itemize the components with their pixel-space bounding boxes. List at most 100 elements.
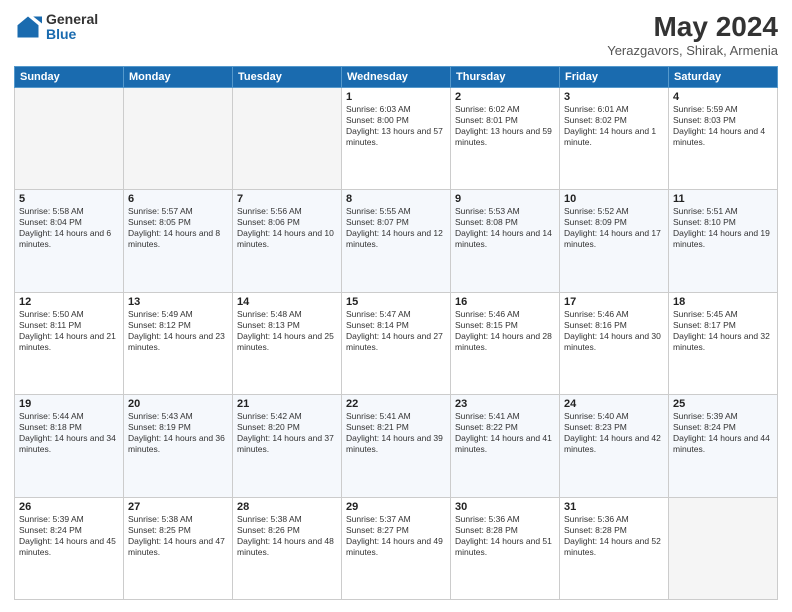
day-cell: 14Sunrise: 5:48 AMSunset: 8:13 PMDayligh…	[233, 292, 342, 394]
day-info: Sunrise: 5:47 AMSunset: 8:14 PMDaylight:…	[346, 309, 446, 353]
day-cell: 7Sunrise: 5:56 AMSunset: 8:06 PMDaylight…	[233, 190, 342, 292]
day-cell: 20Sunrise: 5:43 AMSunset: 8:19 PMDayligh…	[124, 395, 233, 497]
day-cell: 22Sunrise: 5:41 AMSunset: 8:21 PMDayligh…	[342, 395, 451, 497]
day-cell: 13Sunrise: 5:49 AMSunset: 8:12 PMDayligh…	[124, 292, 233, 394]
day-number: 18	[673, 296, 773, 308]
day-info: Sunrise: 6:03 AMSunset: 8:00 PMDaylight:…	[346, 104, 446, 148]
day-info: Sunrise: 5:44 AMSunset: 8:18 PMDaylight:…	[19, 411, 119, 455]
day-number: 8	[346, 193, 446, 205]
logo-general-text: General	[46, 12, 98, 27]
day-info: Sunrise: 5:56 AMSunset: 8:06 PMDaylight:…	[237, 206, 337, 250]
day-cell	[124, 87, 233, 189]
th-thursday: Thursday	[451, 66, 560, 87]
header-row: Sunday Monday Tuesday Wednesday Thursday…	[15, 66, 778, 87]
day-number: 20	[128, 398, 228, 410]
day-number: 22	[346, 398, 446, 410]
day-info: Sunrise: 5:42 AMSunset: 8:20 PMDaylight:…	[237, 411, 337, 455]
day-cell: 27Sunrise: 5:38 AMSunset: 8:25 PMDayligh…	[124, 497, 233, 599]
day-cell: 3Sunrise: 6:01 AMSunset: 8:02 PMDaylight…	[560, 87, 669, 189]
week-row-5: 26Sunrise: 5:39 AMSunset: 8:24 PMDayligh…	[15, 497, 778, 599]
title-block: May 2024 Yerazgavors, Shirak, Armenia	[607, 12, 778, 58]
day-number: 6	[128, 193, 228, 205]
day-number: 27	[128, 501, 228, 513]
subtitle: Yerazgavors, Shirak, Armenia	[607, 43, 778, 58]
day-info: Sunrise: 5:40 AMSunset: 8:23 PMDaylight:…	[564, 411, 664, 455]
day-number: 11	[673, 193, 773, 205]
day-number: 21	[237, 398, 337, 410]
day-cell	[233, 87, 342, 189]
day-cell: 9Sunrise: 5:53 AMSunset: 8:08 PMDaylight…	[451, 190, 560, 292]
th-friday: Friday	[560, 66, 669, 87]
day-info: Sunrise: 5:55 AMSunset: 8:07 PMDaylight:…	[346, 206, 446, 250]
day-info: Sunrise: 5:58 AMSunset: 8:04 PMDaylight:…	[19, 206, 119, 250]
week-row-2: 5Sunrise: 5:58 AMSunset: 8:04 PMDaylight…	[15, 190, 778, 292]
day-number: 1	[346, 91, 446, 103]
day-cell: 8Sunrise: 5:55 AMSunset: 8:07 PMDaylight…	[342, 190, 451, 292]
day-number: 31	[564, 501, 664, 513]
day-cell	[669, 497, 778, 599]
day-info: Sunrise: 5:51 AMSunset: 8:10 PMDaylight:…	[673, 206, 773, 250]
day-info: Sunrise: 5:49 AMSunset: 8:12 PMDaylight:…	[128, 309, 228, 353]
day-number: 9	[455, 193, 555, 205]
main-title: May 2024	[607, 12, 778, 43]
day-cell: 5Sunrise: 5:58 AMSunset: 8:04 PMDaylight…	[15, 190, 124, 292]
day-number: 29	[346, 501, 446, 513]
week-row-4: 19Sunrise: 5:44 AMSunset: 8:18 PMDayligh…	[15, 395, 778, 497]
day-info: Sunrise: 5:37 AMSunset: 8:27 PMDaylight:…	[346, 514, 446, 558]
day-cell: 17Sunrise: 5:46 AMSunset: 8:16 PMDayligh…	[560, 292, 669, 394]
day-cell: 2Sunrise: 6:02 AMSunset: 8:01 PMDaylight…	[451, 87, 560, 189]
th-tuesday: Tuesday	[233, 66, 342, 87]
day-cell: 11Sunrise: 5:51 AMSunset: 8:10 PMDayligh…	[669, 190, 778, 292]
page: General Blue May 2024 Yerazgavors, Shira…	[0, 0, 792, 612]
day-number: 25	[673, 398, 773, 410]
day-info: Sunrise: 5:50 AMSunset: 8:11 PMDaylight:…	[19, 309, 119, 353]
logo-text: General Blue	[46, 12, 98, 43]
day-info: Sunrise: 5:46 AMSunset: 8:15 PMDaylight:…	[455, 309, 555, 353]
day-info: Sunrise: 5:48 AMSunset: 8:13 PMDaylight:…	[237, 309, 337, 353]
day-cell: 25Sunrise: 5:39 AMSunset: 8:24 PMDayligh…	[669, 395, 778, 497]
day-info: Sunrise: 5:53 AMSunset: 8:08 PMDaylight:…	[455, 206, 555, 250]
day-info: Sunrise: 5:43 AMSunset: 8:19 PMDaylight:…	[128, 411, 228, 455]
week-row-1: 1Sunrise: 6:03 AMSunset: 8:00 PMDaylight…	[15, 87, 778, 189]
day-number: 30	[455, 501, 555, 513]
logo: General Blue	[14, 12, 98, 43]
day-number: 7	[237, 193, 337, 205]
day-number: 16	[455, 296, 555, 308]
day-info: Sunrise: 5:36 AMSunset: 8:28 PMDaylight:…	[455, 514, 555, 558]
day-info: Sunrise: 5:38 AMSunset: 8:26 PMDaylight:…	[237, 514, 337, 558]
day-cell: 6Sunrise: 5:57 AMSunset: 8:05 PMDaylight…	[124, 190, 233, 292]
day-number: 17	[564, 296, 664, 308]
logo-icon	[14, 13, 42, 41]
th-monday: Monday	[124, 66, 233, 87]
week-row-3: 12Sunrise: 5:50 AMSunset: 8:11 PMDayligh…	[15, 292, 778, 394]
day-cell: 30Sunrise: 5:36 AMSunset: 8:28 PMDayligh…	[451, 497, 560, 599]
day-number: 3	[564, 91, 664, 103]
day-cell: 21Sunrise: 5:42 AMSunset: 8:20 PMDayligh…	[233, 395, 342, 497]
day-number: 14	[237, 296, 337, 308]
day-number: 10	[564, 193, 664, 205]
day-number: 24	[564, 398, 664, 410]
day-info: Sunrise: 5:46 AMSunset: 8:16 PMDaylight:…	[564, 309, 664, 353]
day-cell: 10Sunrise: 5:52 AMSunset: 8:09 PMDayligh…	[560, 190, 669, 292]
day-info: Sunrise: 5:36 AMSunset: 8:28 PMDaylight:…	[564, 514, 664, 558]
day-number: 19	[19, 398, 119, 410]
day-cell: 1Sunrise: 6:03 AMSunset: 8:00 PMDaylight…	[342, 87, 451, 189]
day-number: 2	[455, 91, 555, 103]
day-cell: 24Sunrise: 5:40 AMSunset: 8:23 PMDayligh…	[560, 395, 669, 497]
day-cell: 31Sunrise: 5:36 AMSunset: 8:28 PMDayligh…	[560, 497, 669, 599]
day-number: 23	[455, 398, 555, 410]
day-info: Sunrise: 6:02 AMSunset: 8:01 PMDaylight:…	[455, 104, 555, 148]
day-cell: 18Sunrise: 5:45 AMSunset: 8:17 PMDayligh…	[669, 292, 778, 394]
calendar-table: Sunday Monday Tuesday Wednesday Thursday…	[14, 66, 778, 600]
day-cell: 23Sunrise: 5:41 AMSunset: 8:22 PMDayligh…	[451, 395, 560, 497]
day-number: 26	[19, 501, 119, 513]
day-cell: 12Sunrise: 5:50 AMSunset: 8:11 PMDayligh…	[15, 292, 124, 394]
day-info: Sunrise: 5:41 AMSunset: 8:21 PMDaylight:…	[346, 411, 446, 455]
day-info: Sunrise: 5:59 AMSunset: 8:03 PMDaylight:…	[673, 104, 773, 148]
day-info: Sunrise: 5:45 AMSunset: 8:17 PMDaylight:…	[673, 309, 773, 353]
day-info: Sunrise: 5:57 AMSunset: 8:05 PMDaylight:…	[128, 206, 228, 250]
day-number: 5	[19, 193, 119, 205]
th-wednesday: Wednesday	[342, 66, 451, 87]
day-cell: 19Sunrise: 5:44 AMSunset: 8:18 PMDayligh…	[15, 395, 124, 497]
logo-blue-text: Blue	[46, 27, 98, 42]
